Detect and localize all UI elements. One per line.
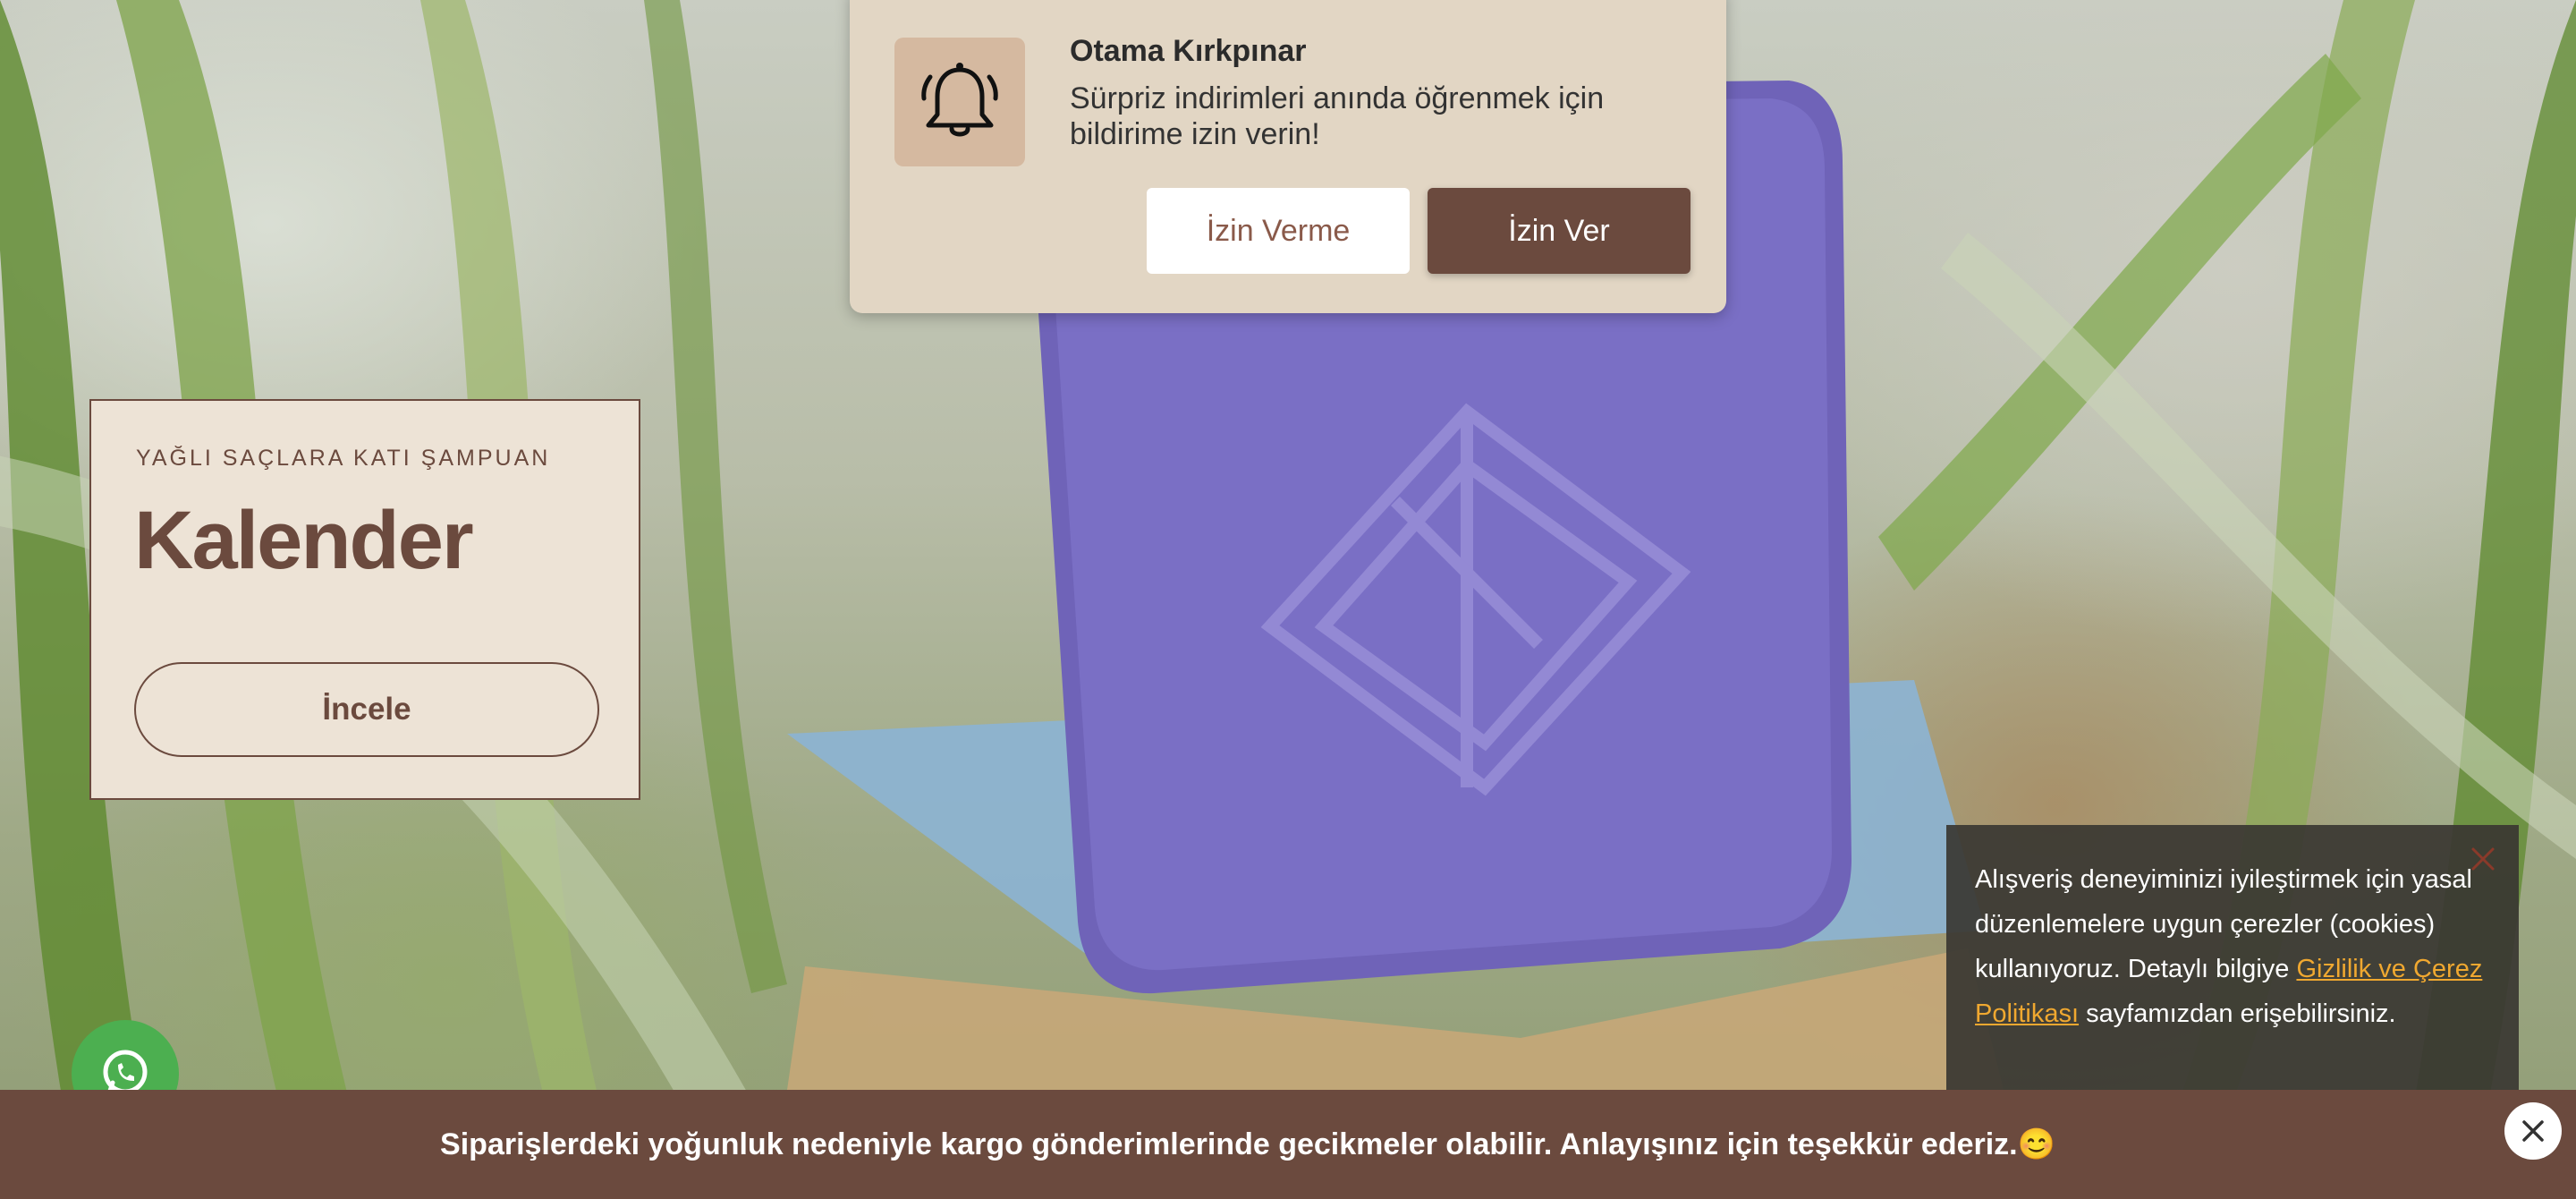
close-icon [2471, 847, 2495, 871]
allow-notifications-button[interactable]: İzin Ver [1428, 188, 1690, 274]
close-icon [2522, 1120, 2544, 1142]
announcement-close-button[interactable] [2504, 1102, 2562, 1160]
cookie-close-button[interactable] [2465, 841, 2501, 877]
inspect-product-button[interactable]: İncele [134, 662, 599, 757]
product-promo-card: YAĞLI SAÇLARA KATI ŞAMPUAN Kalender İnce… [89, 399, 640, 800]
bell-icon [921, 63, 998, 137]
product-category-label: YAĞLI SAÇLARA KATI ŞAMPUAN [136, 446, 551, 471]
announcement-text: Siparişlerdeki yoğunluk nedeniyle kargo … [440, 1127, 2055, 1161]
cookie-text-after-link: sayfamızdan erişebilirsiniz. [2079, 999, 2396, 1028]
announcement-bar: Siparişlerdeki yoğunluk nedeniyle kargo … [0, 1090, 2576, 1199]
cookie-message: Alışveriş deneyiminizi iyileştirmek için… [1975, 857, 2492, 1036]
notification-title: Otama Kırkpınar [1070, 34, 1307, 68]
notification-message: Sürpriz indirimleri anında öğrenmek için… [1070, 81, 1605, 151]
notification-icon-box [894, 38, 1025, 166]
cookie-consent-banner: Alışveriş deneyiminizi iyileştirmek için… [1946, 825, 2519, 1092]
notification-permission-popup: Otama Kırkpınar Sürpriz indirimleri anın… [850, 0, 1726, 313]
product-title: Kalender [134, 495, 474, 586]
deny-notifications-button[interactable]: İzin Verme [1147, 188, 1410, 274]
